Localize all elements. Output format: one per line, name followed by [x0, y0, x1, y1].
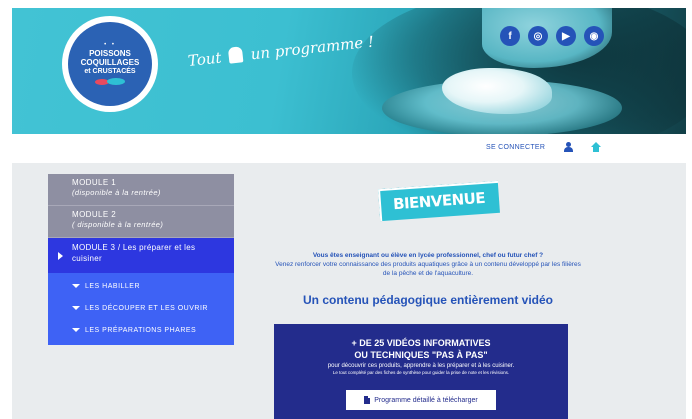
instagram-icon[interactable]: ◎	[528, 26, 548, 46]
sidebar-subitem-preparations[interactable]: LES PRÉPARATIONS PHARES	[48, 319, 234, 341]
logo-badge: • • POISSONS COQUILLAGES et CRUSTACÉS	[68, 22, 152, 106]
sidebar-subitem-decouper[interactable]: LES DÉCOUPER ET LES OUVRIR	[48, 297, 234, 319]
website-icon[interactable]: ◉	[584, 26, 604, 46]
sidebar-item-module-3[interactable]: MODULE 3 / Les préparer et les cuisiner	[48, 238, 234, 273]
module-3-title: MODULE 3 / Les préparer et les cuisiner	[72, 243, 196, 263]
video-promo-box: + DE 25 VIDÉOS INFORMATIVES OU TECHNIQUE…	[274, 324, 568, 419]
logo-dots: • •	[104, 42, 116, 48]
pdf-file-icon	[364, 396, 371, 404]
social-links: f ◎ ▶ ◉	[500, 26, 604, 46]
welcome-badge: BIENVENUE	[378, 180, 501, 222]
chef-hat-icon	[228, 46, 244, 64]
header-banner: • • POISSONS COQUILLAGES et CRUSTACÉS To…	[12, 8, 686, 134]
logo-line-3: et CRUSTACÉS	[84, 68, 136, 75]
tagline-before: Tout	[187, 48, 223, 70]
module-sidebar: MODULE 1 (disponible à la rentrée) MODUL…	[48, 174, 234, 345]
module-1-subtitle: (disponible à la rentrée)	[72, 188, 161, 197]
module-1-title: MODULE 1	[72, 178, 117, 187]
subitem-label: LES HABILLER	[85, 282, 141, 290]
promo-note: Le tout complété par des fiches de synth…	[332, 370, 510, 375]
subitem-label: LES DÉCOUPER ET LES OUVRIR	[85, 304, 208, 312]
logo-line-2: COQUILLAGES	[80, 58, 140, 67]
module-3-subitems: LES HABILLER LES DÉCOUPER ET LES OUVRIR …	[48, 273, 234, 345]
sidebar-item-module-2[interactable]: MODULE 2 ( disponible à la rentrée)	[48, 206, 234, 238]
content-headline: Un contenu pédagogique entièrement vidéo	[302, 293, 554, 307]
chevron-right-icon	[58, 252, 63, 260]
promo-title-1: + DE 25 VIDÉOS INFORMATIVES	[351, 338, 491, 348]
top-nav: SE CONNECTER	[486, 142, 602, 152]
sidebar-item-module-1[interactable]: MODULE 1 (disponible à la rentrée)	[48, 174, 234, 206]
site-logo[interactable]: • • POISSONS COQUILLAGES et CRUSTACÉS	[62, 16, 158, 112]
intro-text: Vous êtes enseignant ou élève en lycée p…	[274, 251, 582, 278]
intro-question: Vous êtes enseignant ou élève en lycée p…	[312, 252, 544, 259]
intro-paragraph: Venez renforcer votre connaissance des p…	[275, 261, 581, 277]
tagline: Tout un programme !	[187, 33, 375, 70]
login-link[interactable]: SE CONNECTER	[486, 144, 545, 151]
fish-icon	[95, 78, 125, 86]
module-2-subtitle: ( disponible à la rentrée)	[72, 220, 164, 229]
user-icon[interactable]	[563, 142, 574, 152]
download-program-button[interactable]: Programme détaillé à télécharger	[346, 390, 496, 410]
welcome-badge-text: BIENVENUE	[378, 180, 501, 222]
home-icon[interactable]	[591, 142, 602, 152]
caret-down-icon	[72, 306, 80, 310]
download-button-label: Programme détaillé à télécharger	[374, 396, 478, 404]
main-area: MODULE 1 (disponible à la rentrée) MODUL…	[12, 163, 686, 419]
page: • • POISSONS COQUILLAGES et CRUSTACÉS To…	[0, 0, 692, 419]
promo-description: pour découvrir ces produits, apprendre à…	[327, 363, 515, 369]
facebook-icon[interactable]: f	[500, 26, 520, 46]
youtube-icon[interactable]: ▶	[556, 26, 576, 46]
sidebar-subitem-habiller[interactable]: LES HABILLER	[48, 275, 234, 297]
module-2-title: MODULE 2	[72, 210, 117, 219]
subitem-label: LES PRÉPARATIONS PHARES	[85, 326, 197, 334]
caret-down-icon	[72, 328, 80, 332]
caret-down-icon	[72, 284, 80, 288]
promo-title-2: OU TECHNIQUES "PAS À PAS"	[354, 350, 488, 360]
logo-line-1: POISSONS	[89, 49, 131, 58]
